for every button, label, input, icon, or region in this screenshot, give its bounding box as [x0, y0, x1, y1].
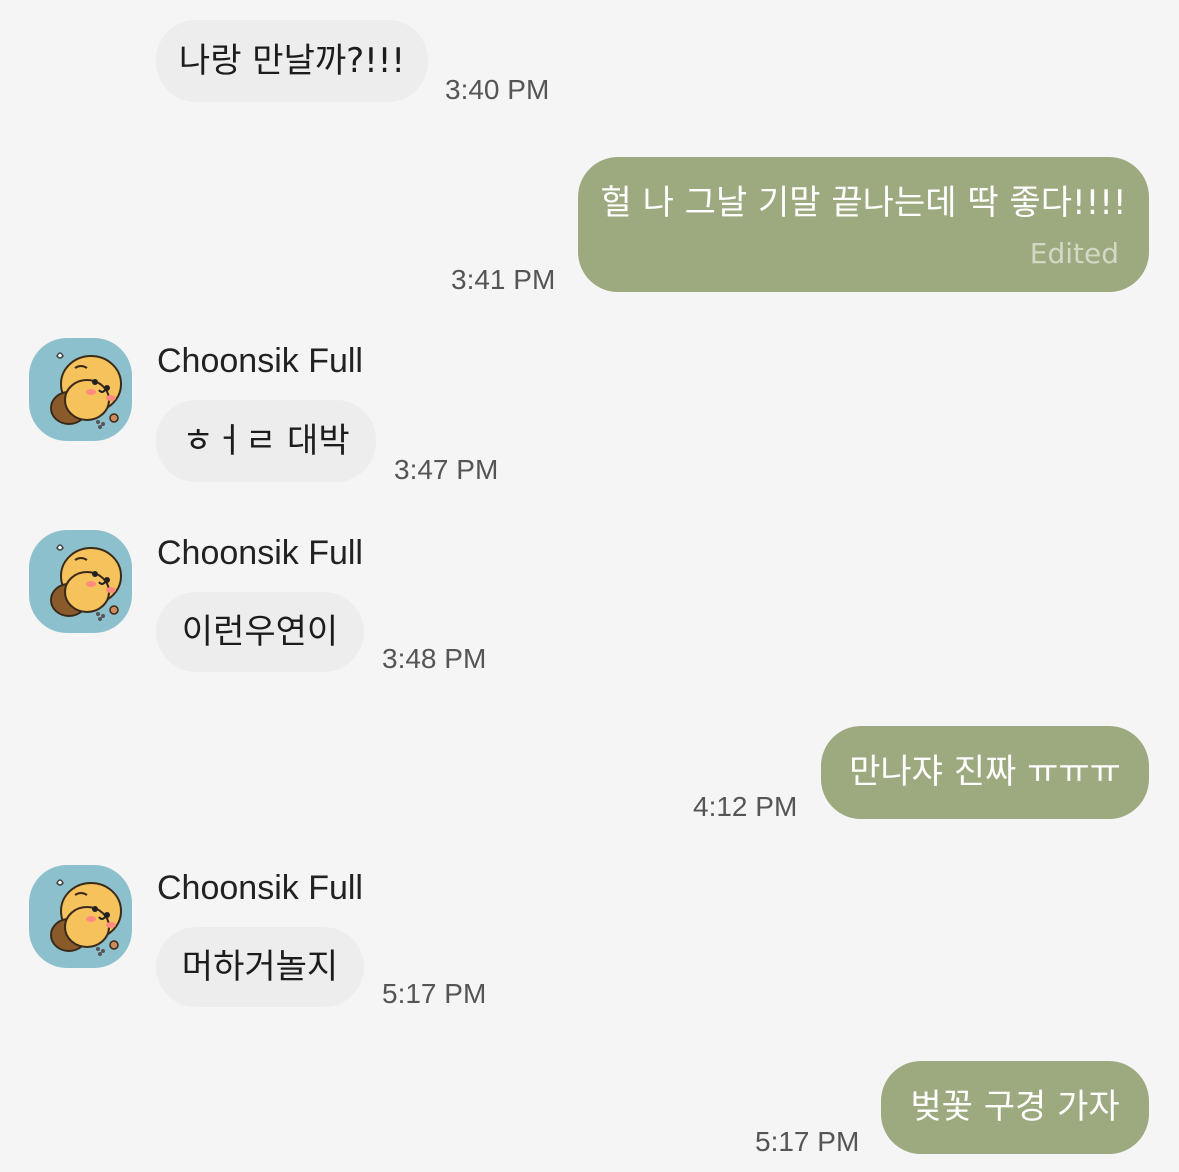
choonsik-character-icon: [50, 544, 122, 621]
choonsik-character-icon: [50, 352, 122, 429]
message-text: 헐 나 그날 기말 끝나는데 딱 좋다!!!!: [600, 183, 1127, 223]
choonsik-character-icon: [50, 879, 122, 956]
message-bubble-outgoing[interactable]: 만나쟈 진짜 ㅠㅠㅠ: [821, 726, 1149, 819]
message-text: ㅎㅓㄹ 대박: [182, 421, 350, 461]
sender-name: Choonsik Full: [157, 342, 363, 380]
message-text: 나랑 만날까?!!!: [178, 41, 406, 81]
message-text: 이런우연이: [181, 612, 339, 652]
message-bubble-incoming[interactable]: 이런우연이: [156, 592, 364, 672]
message-text: 벚꽃 구경 가자: [910, 1087, 1120, 1127]
message-text: 머하거놀지: [181, 947, 339, 987]
message-bubble-incoming[interactable]: 머하거놀지: [156, 927, 364, 1007]
message-bubble-outgoing[interactable]: 헐 나 그날 기말 끝나는데 딱 좋다!!!! Edited: [578, 157, 1149, 292]
message-timestamp: 3:40 PM: [445, 74, 550, 105]
edited-label: Edited: [1029, 237, 1119, 270]
message-timestamp: 5:17 PM: [382, 978, 487, 1009]
message-timestamp: 3:48 PM: [382, 643, 487, 674]
message-timestamp: 5:17 PM: [755, 1126, 860, 1157]
message-timestamp: 3:47 PM: [394, 454, 499, 485]
sender-name: Choonsik Full: [157, 534, 363, 572]
sender-avatar[interactable]: [29, 530, 132, 633]
message-bubble-incoming[interactable]: ㅎㅓㄹ 대박: [156, 400, 376, 482]
message-bubble-outgoing[interactable]: 벚꽃 구경 가자: [881, 1061, 1149, 1154]
message-text: 만나쟈 진짜 ㅠㅠㅠ: [849, 752, 1121, 792]
sender-avatar[interactable]: [29, 338, 132, 441]
sender-name: Choonsik Full: [157, 869, 363, 907]
message-timestamp: 4:12 PM: [693, 791, 798, 822]
sender-avatar[interactable]: [29, 865, 132, 968]
message-bubble-incoming[interactable]: 나랑 만날까?!!!: [156, 20, 428, 102]
message-timestamp: 3:41 PM: [451, 264, 556, 295]
